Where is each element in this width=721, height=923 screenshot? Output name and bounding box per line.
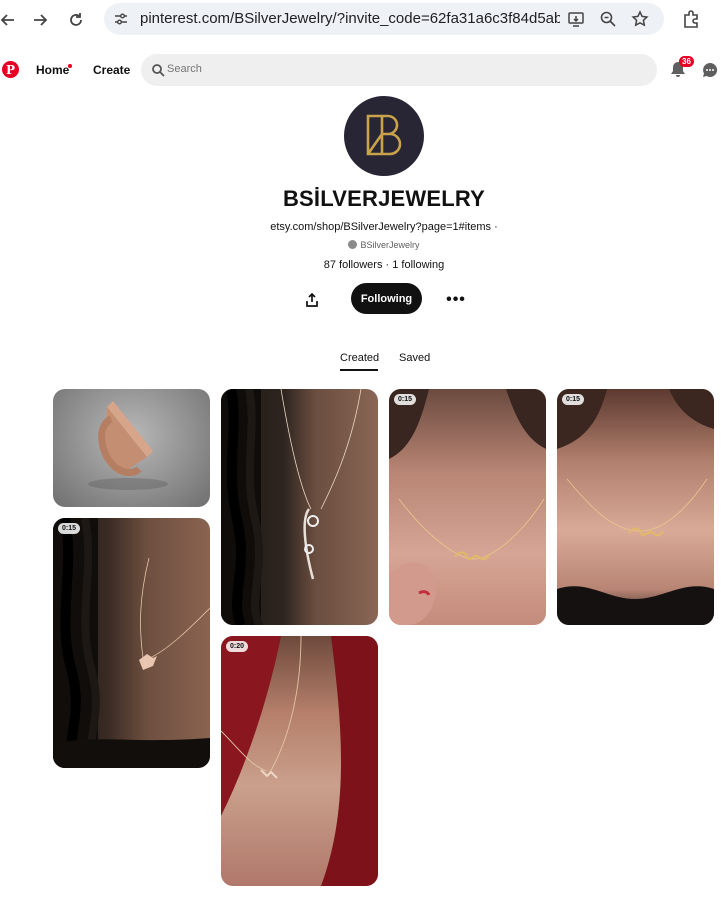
- video-duration: 0:15: [562, 394, 585, 405]
- pinterest-logo-icon[interactable]: P: [2, 61, 19, 78]
- pin-image: [53, 518, 210, 768]
- profile-website-link[interactable]: etsy.com/shop/BSilverJewelry?page=1#item…: [0, 221, 721, 233]
- profile-stats[interactable]: 87 followers · 1 following: [0, 259, 721, 271]
- messages-icon[interactable]: [702, 62, 718, 78]
- site-info-icon[interactable]: [112, 10, 130, 28]
- zoom-icon[interactable]: [598, 9, 618, 29]
- pin-image: [88, 401, 168, 490]
- pinterest-header: P Home Create Search 36: [0, 48, 721, 92]
- tab-created[interactable]: Created: [340, 352, 379, 364]
- pin-image: [389, 389, 546, 625]
- active-tab-indicator: [340, 369, 378, 371]
- nav-home[interactable]: Home: [36, 63, 69, 77]
- pin-card[interactable]: [53, 389, 210, 507]
- search-input[interactable]: Search: [141, 54, 657, 86]
- pin-image: [221, 636, 378, 886]
- address-bar[interactable]: pinterest.com/BSilverJewelry/?invite_cod…: [104, 3, 664, 35]
- profile-name: BSİLVERJEWELRY: [282, 186, 486, 211]
- pinterest-small-icon: [348, 240, 358, 249]
- extensions-icon[interactable]: [680, 8, 702, 30]
- pin-image: [221, 389, 362, 625]
- back-icon[interactable]: [0, 8, 20, 32]
- reload-icon[interactable]: [64, 8, 88, 32]
- share-icon: [306, 293, 318, 307]
- share-button[interactable]: [300, 288, 324, 312]
- url-text[interactable]: pinterest.com/BSilverJewelry/?invite_cod…: [140, 10, 560, 27]
- following-button[interactable]: Following: [351, 283, 422, 314]
- pin-card[interactable]: 0:20: [221, 636, 378, 886]
- pin-card[interactable]: 0:15: [53, 518, 210, 768]
- more-options-button[interactable]: •••: [444, 288, 468, 312]
- pin-card[interactable]: 0:15: [389, 389, 546, 625]
- pin-card[interactable]: 0:15: [557, 389, 714, 625]
- search-placeholder: Search: [167, 63, 202, 75]
- video-duration: 0:20: [226, 641, 249, 652]
- home-notification-dot: [68, 64, 72, 68]
- profile-handle-text: BSilverJewelry: [360, 240, 420, 250]
- search-icon: [152, 64, 165, 77]
- tab-saved[interactable]: Saved: [399, 352, 430, 364]
- profile-handle: BSilverJewelry: [0, 240, 721, 250]
- notification-count-badge: 36: [679, 56, 694, 67]
- browser-toolbar: pinterest.com/BSilverJewelry/?invite_cod…: [0, 0, 721, 40]
- nav-create[interactable]: Create: [93, 63, 130, 77]
- video-duration: 0:15: [394, 394, 417, 405]
- install-app-icon[interactable]: [566, 9, 586, 29]
- forward-icon[interactable]: [28, 8, 52, 32]
- bookmark-star-icon[interactable]: [630, 9, 650, 29]
- video-duration: 0:15: [58, 523, 81, 534]
- profile-avatar: [344, 96, 424, 176]
- pin-card[interactable]: [221, 389, 378, 625]
- pin-image: [557, 389, 714, 625]
- brand-logo-icon: [366, 114, 402, 156]
